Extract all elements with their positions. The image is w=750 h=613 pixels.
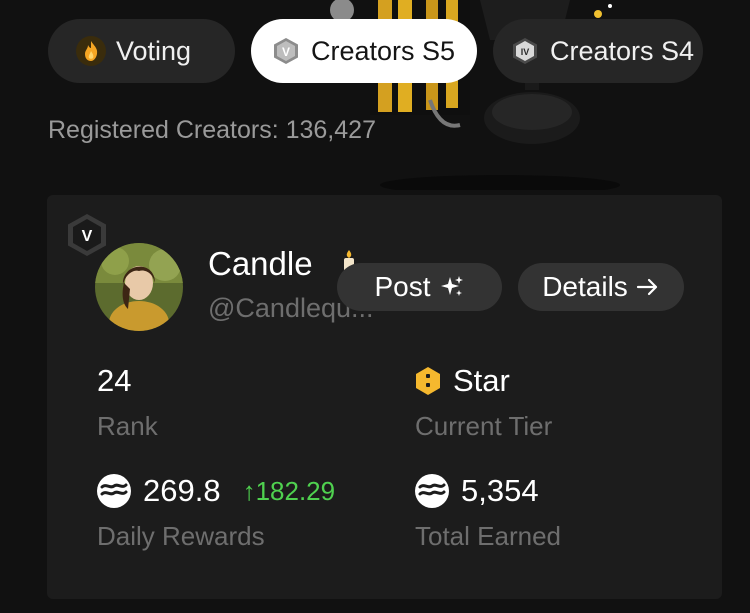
rank-value: 24 xyxy=(97,363,132,398)
flame-icon xyxy=(76,36,106,66)
svg-text:V: V xyxy=(282,45,290,59)
post-button-label: Post xyxy=(374,271,431,302)
total-earned-group: 5,354 xyxy=(415,473,539,509)
season-v-badge-icon: V xyxy=(68,214,106,256)
tier-value-group: Star xyxy=(415,363,510,399)
sparkle-icon xyxy=(440,276,463,296)
post-button[interactable]: Post xyxy=(337,263,502,311)
details-button[interactable]: Details xyxy=(518,263,684,311)
details-button-label: Details xyxy=(542,271,628,302)
daily-rewards-value: 269.8 xyxy=(143,473,221,508)
creator-card: V Candle @Candlequ... Post Details 24 Ra… xyxy=(47,195,722,599)
tab-creators-s5[interactable]: V Creators S5 xyxy=(251,19,477,83)
arrow-right-icon xyxy=(636,278,657,296)
roman-iv-badge-icon: IV xyxy=(510,36,540,66)
daily-rewards-delta: ↑182.29 xyxy=(243,476,336,507)
daily-rewards-group: 269.8 ↑182.29 xyxy=(97,473,335,509)
tier-value: Star xyxy=(453,363,510,398)
creator-name: Candle xyxy=(208,245,313,282)
season-tabs: Voting V Creators S5 IV Creators S4 xyxy=(48,19,703,83)
avatar[interactable] xyxy=(95,243,183,331)
daily-rewards-label: Daily Rewards xyxy=(97,521,265,551)
star-tier-icon xyxy=(416,367,440,395)
tab-creators-s4[interactable]: IV Creators S4 xyxy=(493,19,703,83)
sui-token-icon xyxy=(415,474,449,508)
tab-voting[interactable]: Voting xyxy=(48,19,235,83)
tab-creators-s5-label: Creators S5 xyxy=(311,35,456,66)
rank-label: Rank xyxy=(97,411,158,441)
daily-rewards-delta-value: 182.29 xyxy=(255,475,336,506)
total-earned-label: Total Earned xyxy=(415,521,561,551)
sui-token-icon xyxy=(97,474,131,508)
svg-text:IV: IV xyxy=(521,47,530,57)
tab-voting-label: Voting xyxy=(116,35,192,66)
tab-creators-s4-label: Creators S4 xyxy=(550,35,695,66)
total-earned-value: 5,354 xyxy=(461,473,539,508)
svg-text:V: V xyxy=(82,228,93,245)
tier-label: Current Tier xyxy=(415,411,553,441)
roman-v-badge-icon: V xyxy=(271,36,301,66)
arrow-up-icon: ↑ xyxy=(242,475,256,506)
registered-creators-count: Registered Creators: 136,427 xyxy=(48,116,376,144)
